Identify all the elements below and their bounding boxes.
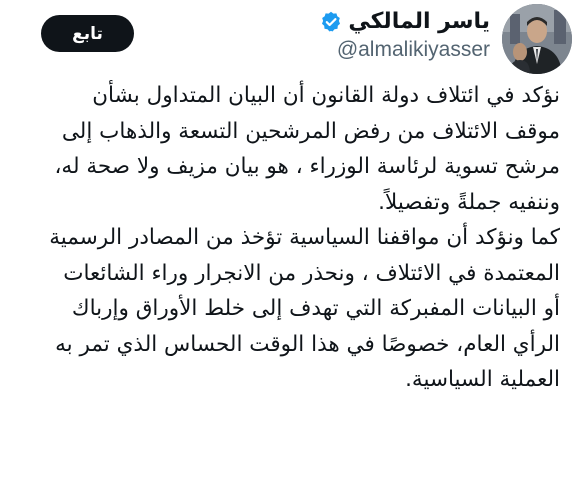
tweet-text-line: الرأي العام، خصوصًا في هذا الوقت الحساس …	[55, 331, 560, 357]
tweet-text-line: وننفيه جملةً وتفصيلاً.	[378, 189, 560, 215]
tweet-text: نؤكد في ائتلاف دولة القانون أن البيان ال…	[10, 78, 560, 398]
tweet-text-line: العملية السياسية.	[405, 367, 560, 392]
tweet-text-line: نؤكد في ائتلاف دولة القانون أن البيان ال…	[92, 83, 560, 108]
tweet-text-line: موقف الائتلاف من رفض المرشحين التسعة وال…	[61, 118, 560, 144]
tweet-text-line: مرشح تسوية لرئاسة الوزراء ، هو بيان مزيف…	[54, 154, 560, 179]
author-display-name[interactable]: ياسر المالكي	[348, 8, 490, 36]
follow-button[interactable]: تابع	[41, 15, 134, 52]
tweet-text-line: كما ونؤكد أن مواقفنا السياسية تؤخذ من ال…	[49, 225, 560, 250]
author-handle[interactable]: @almalikiyasser	[337, 36, 490, 64]
tweet-text-line: المعتمدة في الائتلاف ، ونحذر من الانجرار…	[63, 260, 560, 286]
verified-badge-icon	[320, 11, 342, 33]
tweet-card: ياسر المالكي @almalikiyasser تابع نؤكد ف…	[0, 0, 574, 501]
tweet-text-line: أو البيانات المفبركة التي تهدف إلى خلط ا…	[71, 296, 560, 321]
avatar[interactable]	[502, 4, 572, 74]
avatar-photo	[502, 4, 572, 74]
author-name-row: ياسر المالكي	[320, 8, 490, 36]
